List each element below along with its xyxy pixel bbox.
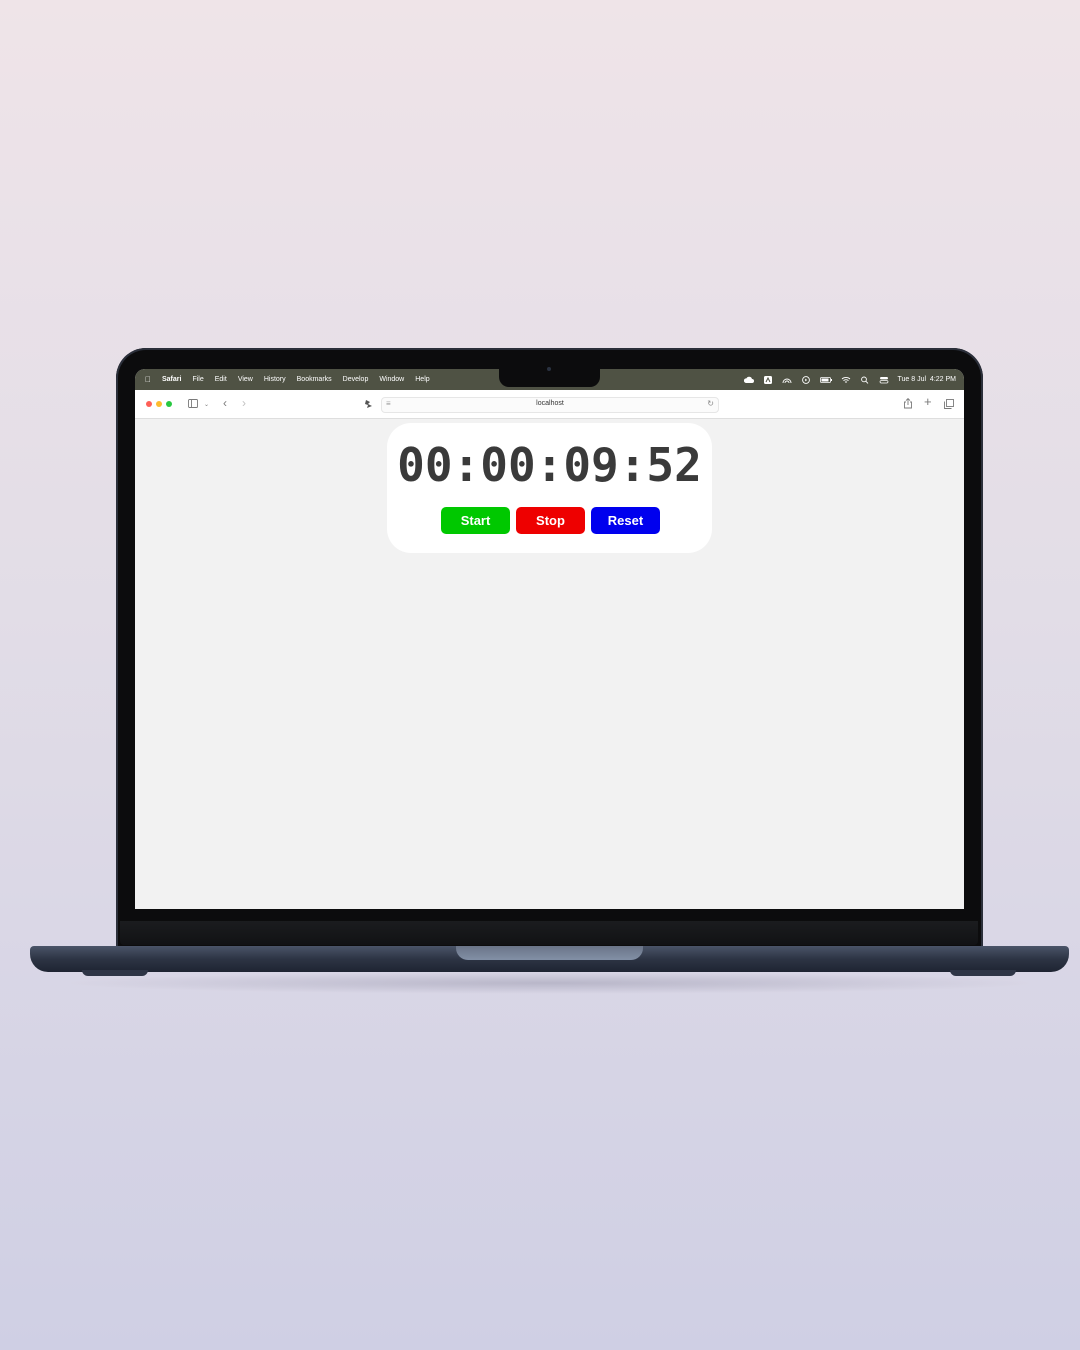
url-text[interactable]: localhost [382, 400, 718, 407]
reset-button[interactable]: Reset [591, 507, 660, 534]
menu-clock[interactable]: Tue 8 Jul 4:22 PM [898, 376, 957, 383]
close-window-button[interactable] [146, 401, 152, 407]
laptop-hinge [456, 946, 643, 960]
airdrop-icon[interactable] [782, 376, 792, 384]
stop-button[interactable]: Stop [516, 507, 585, 534]
reload-icon[interactable]: ↻ [707, 399, 714, 408]
menu-view[interactable]: View [238, 376, 253, 383]
chevron-down-icon[interactable]: ⌄ [204, 399, 209, 411]
sidebar-toggle-icon[interactable] [188, 399, 198, 408]
share-icon[interactable] [903, 398, 913, 409]
zoom-window-button[interactable] [166, 401, 172, 407]
stopwatch-card: 00:00:09:52 Start Stop Reset [387, 423, 712, 553]
play-circle-icon[interactable] [801, 375, 811, 384]
start-button[interactable]: Start [441, 507, 510, 534]
menu-status-area: Tue 8 Jul 4:22 PM [743, 369, 957, 390]
control-center-icon[interactable] [879, 376, 889, 384]
laptop-chin [120, 921, 978, 945]
menu-history[interactable]: History [264, 376, 286, 383]
menu-edit[interactable]: Edit [215, 376, 227, 383]
cloud-icon[interactable] [743, 376, 754, 384]
extension-icon[interactable] [364, 399, 374, 409]
laptop-screen:  Safari File Edit View History Bookmark… [135, 369, 964, 909]
tab-overview-icon[interactable] [944, 399, 954, 409]
wifi-icon[interactable] [841, 376, 851, 384]
stopwatch-controls: Start Stop Reset [441, 507, 660, 534]
app-store-icon[interactable] [763, 375, 773, 384]
laptop-shadow [60, 972, 1040, 994]
menu-file[interactable]: File [192, 376, 203, 383]
forward-icon[interactable]: › [242, 397, 246, 409]
menu-app-name[interactable]: Safari [162, 376, 181, 383]
address-bar[interactable]: ≡ localhost ↻ [381, 397, 719, 413]
apple-menu-icon[interactable]:  [145, 375, 151, 384]
menu-develop[interactable]: Develop [343, 376, 369, 383]
laptop-foot [82, 970, 148, 976]
search-icon[interactable] [860, 376, 870, 384]
camera-icon [547, 367, 551, 371]
laptop-foot [950, 970, 1016, 976]
menu-window[interactable]: Window [379, 376, 404, 383]
minimize-window-button[interactable] [156, 401, 162, 407]
menu-bookmarks[interactable]: Bookmarks [297, 376, 332, 383]
stopwatch-display: 00:00:09:52 [397, 438, 702, 492]
new-tab-icon[interactable]: + [924, 395, 932, 408]
back-icon[interactable]: ‹ [223, 397, 227, 409]
web-page: 00:00:09:52 Start Stop Reset [135, 419, 964, 909]
battery-icon[interactable] [819, 376, 832, 384]
menu-help[interactable]: Help [415, 376, 429, 383]
safari-toolbar: ⌄ ‹ › ≡ localhost ↻ + [135, 390, 964, 419]
